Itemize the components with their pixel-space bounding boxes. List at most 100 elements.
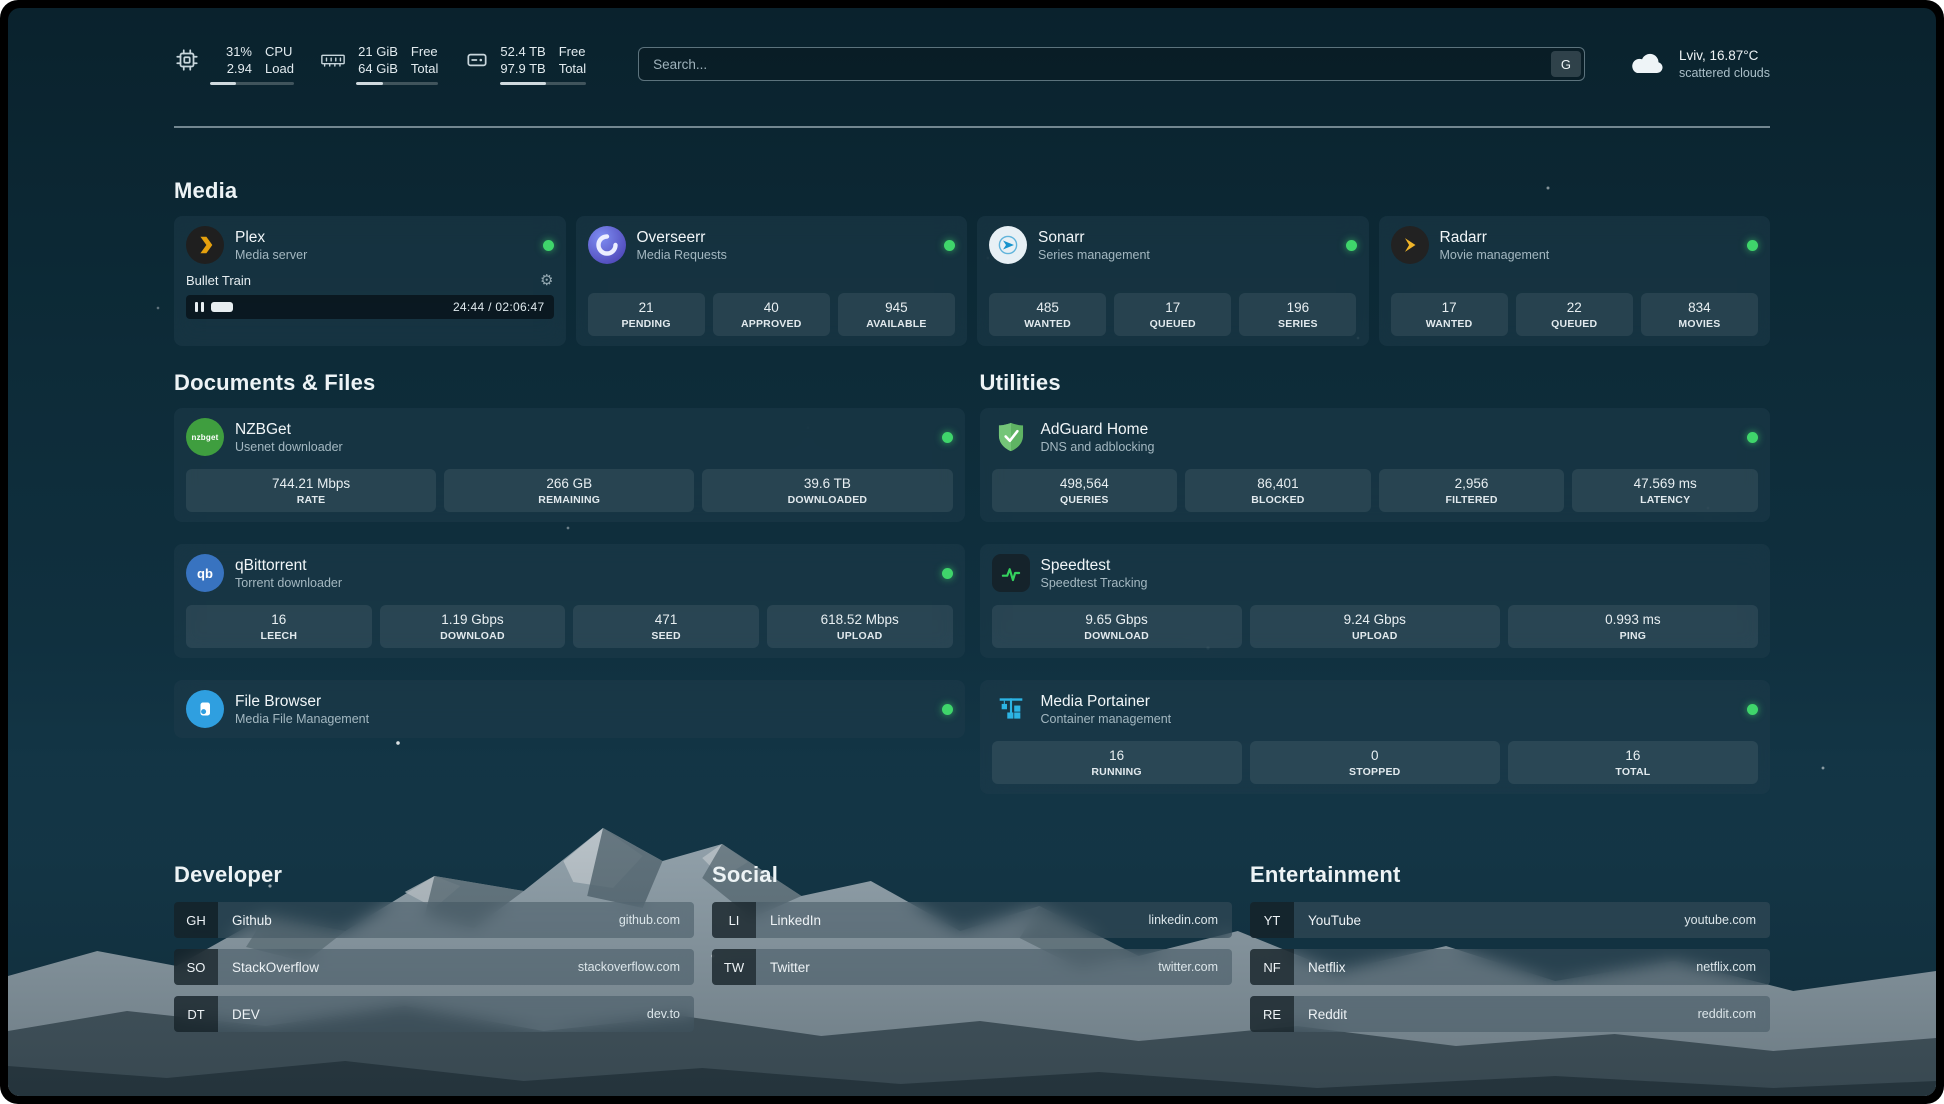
overseerr-icon — [588, 226, 626, 264]
service-card-filebrowser[interactable]: File Browser Media File Management — [174, 680, 965, 738]
stat-available: 945AVAILABLE — [838, 293, 955, 336]
service-card-overseerr[interactable]: Overseerr Media Requests 21PENDING 40APP… — [576, 216, 968, 346]
youtube-abbr-icon: YT — [1250, 902, 1294, 938]
developer-section-title: Developer — [174, 862, 694, 888]
adguard-icon — [992, 418, 1030, 456]
cloud-icon — [1629, 49, 1667, 79]
netflix-abbr-icon: NF — [1250, 949, 1294, 985]
search-provider-button[interactable]: G — [1551, 51, 1581, 77]
bookmark-youtube[interactable]: YT YouTube youtube.com — [1250, 902, 1770, 938]
stat-queries: 498,564QUERIES — [992, 469, 1178, 512]
service-description: Movie management — [1440, 247, 1550, 263]
top-bar: 31% 2.94 CPU Load — [174, 42, 1770, 86]
stat-total: 16TOTAL — [1508, 741, 1758, 784]
memory-free-label: Free — [411, 43, 438, 60]
service-name: Sonarr — [1038, 228, 1150, 247]
service-card-nzbget[interactable]: nzbget NZBGet Usenet downloader — [174, 408, 965, 522]
service-name: Radarr — [1440, 228, 1550, 247]
stat-wanted: 17WANTED — [1391, 293, 1508, 336]
media-section-title: Media — [174, 178, 1770, 204]
twitter-abbr-icon: TW — [712, 949, 756, 985]
reddit-abbr-icon: RE — [1250, 996, 1294, 1032]
service-card-qbittorrent[interactable]: qb qBittorrent Torrent downloader — [174, 544, 965, 658]
service-name: File Browser — [235, 692, 369, 711]
playback-progress-thumb[interactable] — [211, 302, 233, 312]
entertainment-section-title: Entertainment — [1250, 862, 1770, 888]
qbittorrent-icon: qb — [186, 554, 224, 592]
service-card-plex[interactable]: Plex Media server Bullet Train ⚙ — [174, 216, 566, 346]
sonarr-icon — [989, 226, 1027, 264]
gear-icon[interactable]: ⚙ — [540, 273, 553, 288]
service-description: Speedtest Tracking — [1041, 575, 1148, 591]
bookmark-stackoverflow[interactable]: SO StackOverflow stackoverflow.com — [174, 949, 694, 985]
memory-free-value: 21 GiB — [358, 43, 398, 60]
service-description: Container management — [1041, 711, 1172, 727]
playback-time: 24:44 / 02:06:47 — [453, 300, 545, 314]
status-dot — [543, 240, 554, 251]
bookmark-linkedin[interactable]: LI LinkedIn linkedin.com — [712, 902, 1232, 938]
stackoverflow-abbr-icon: SO — [174, 949, 218, 985]
plex-icon — [186, 226, 224, 264]
service-card-portainer[interactable]: Media Portainer Container management 16R… — [980, 680, 1771, 794]
service-description: Usenet downloader — [235, 439, 343, 455]
disk-widget: 52.4 TB 97.9 TB Free Total — [464, 43, 586, 85]
pause-icon[interactable] — [195, 302, 204, 312]
dev-abbr-icon: DT — [174, 996, 218, 1032]
dashboard: 31% 2.94 CPU Load — [8, 8, 1936, 1096]
stat-approved: 40APPROVED — [713, 293, 830, 336]
memory-total-value: 64 GiB — [358, 60, 398, 77]
service-name: Overseerr — [637, 228, 727, 247]
stat-download: 9.65 GbpsDOWNLOAD — [992, 605, 1242, 648]
service-card-radarr[interactable]: Radarr Movie management 17WANTED 22QUEUE… — [1379, 216, 1771, 346]
bookmark-reddit[interactable]: RE Reddit reddit.com — [1250, 996, 1770, 1032]
bookmark-group-social: Social LI LinkedIn linkedin.com TW Twitt… — [712, 862, 1232, 1032]
stat-downloaded: 39.6 TBDOWNLOADED — [702, 469, 952, 512]
service-card-speedtest[interactable]: Speedtest Speedtest Tracking 9.65 GbpsDO… — [980, 544, 1771, 658]
header-divider — [174, 126, 1770, 128]
stat-upload: 9.24 GbpsUPLOAD — [1250, 605, 1500, 648]
cpu-progress-bar — [210, 82, 294, 85]
service-card-adguard[interactable]: AdGuard Home DNS and adblocking 498,564Q… — [980, 408, 1771, 522]
stat-seed: 471SEED — [573, 605, 759, 648]
disk-free-value: 52.4 TB — [500, 43, 545, 60]
stat-upload: 618.52 MbpsUPLOAD — [767, 605, 953, 648]
disk-free-label: Free — [559, 43, 586, 60]
stat-leech: 16LEECH — [186, 605, 372, 648]
bookmark-github[interactable]: GH Github github.com — [174, 902, 694, 938]
portainer-icon — [992, 690, 1030, 728]
memory-widget: 21 GiB 64 GiB Free Total — [320, 43, 438, 85]
bookmark-dev[interactable]: DT DEV dev.to — [174, 996, 694, 1032]
service-card-sonarr[interactable]: Sonarr Series management 485WANTED 17QUE… — [977, 216, 1369, 346]
service-name: Plex — [235, 228, 307, 247]
app-window: 31% 2.94 CPU Load — [0, 0, 1944, 1104]
cpu-icon — [174, 47, 200, 73]
memory-total-label: Total — [411, 60, 438, 77]
memory-icon — [320, 47, 346, 73]
service-description: Media Requests — [637, 247, 727, 263]
cpu-usage-value: 31% — [226, 43, 252, 60]
status-dot — [1747, 432, 1758, 443]
status-dot — [942, 704, 953, 715]
github-abbr-icon: GH — [174, 902, 218, 938]
bookmark-twitter[interactable]: TW Twitter twitter.com — [712, 949, 1232, 985]
service-description: Torrent downloader — [235, 575, 342, 591]
service-description: Series management — [1038, 247, 1150, 263]
service-name: Speedtest — [1041, 556, 1148, 575]
status-dot — [1346, 240, 1357, 251]
stat-filtered: 2,956FILTERED — [1379, 469, 1565, 512]
search-input[interactable] — [638, 47, 1585, 81]
bookmark-netflix[interactable]: NF Netflix netflix.com — [1250, 949, 1770, 985]
disk-total-label: Total — [559, 60, 586, 77]
cpu-label: CPU — [265, 43, 294, 60]
stat-pending: 21PENDING — [588, 293, 705, 336]
disk-total-value: 97.9 TB — [500, 60, 545, 77]
radarr-icon — [1391, 226, 1429, 264]
stat-blocked: 86,401BLOCKED — [1185, 469, 1371, 512]
section-documents: Documents & Files nzbget NZBGet Usenet d… — [174, 370, 965, 794]
disk-icon — [464, 47, 490, 73]
service-description: Media File Management — [235, 711, 369, 727]
utilities-section-title: Utilities — [980, 370, 1771, 396]
service-description: Media server — [235, 247, 307, 263]
status-dot — [942, 568, 953, 579]
stat-movies: 834MOVIES — [1641, 293, 1758, 336]
